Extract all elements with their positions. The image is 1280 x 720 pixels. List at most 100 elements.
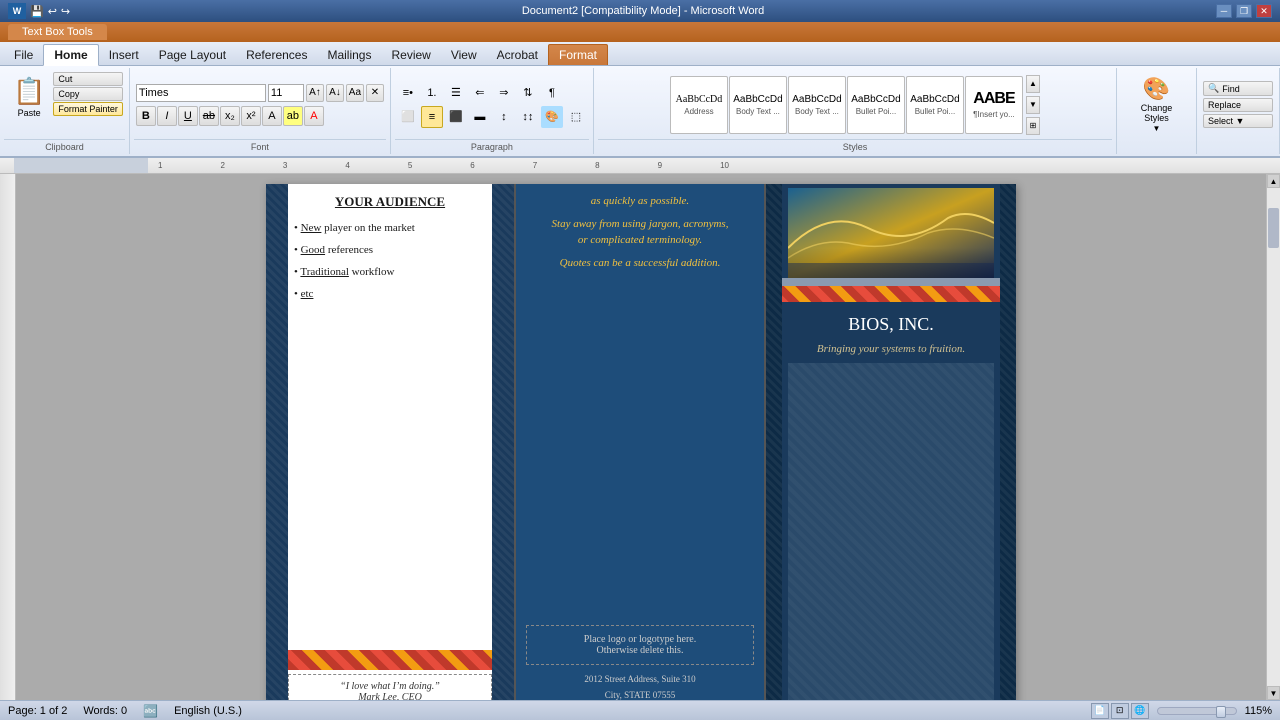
border-button[interactable]: ⬚ [565, 106, 587, 128]
print-view-button[interactable]: 📄 [1091, 703, 1109, 719]
scroll-up-button[interactable]: ▲ [1267, 174, 1280, 188]
strikethrough-button[interactable]: ab [199, 106, 219, 126]
bullet-1: • New player on the market [294, 222, 486, 234]
justify-button[interactable]: ▬ [469, 106, 491, 128]
format-painter-button[interactable]: Format Painter [53, 102, 123, 116]
font-name-input[interactable] [136, 84, 266, 102]
zoom-slider[interactable] [1157, 707, 1237, 715]
style-bullet1-label: Bullet Poi... [856, 107, 896, 116]
font-size-input[interactable] [268, 84, 304, 102]
right-panel-right-deco [1000, 184, 1016, 700]
scroll-track[interactable] [1267, 188, 1280, 686]
change-styles-label: ChangeStyles [1141, 103, 1173, 123]
logo-placeholder[interactable]: Place logo or logotype here. Otherwise d… [526, 625, 754, 665]
text-direction-button[interactable]: ↕ [493, 106, 515, 128]
tab-mailings[interactable]: Mailings [317, 45, 381, 65]
tab-references[interactable]: References [236, 45, 317, 65]
paste-button[interactable]: 📋 Paste [6, 72, 52, 122]
italic-button[interactable]: I [157, 106, 177, 126]
select-button[interactable]: Select ▼ [1203, 114, 1273, 128]
text-effects-button[interactable]: A [262, 106, 282, 126]
editing-group: 🔍 Find Replace Select ▼ Editing [1197, 68, 1280, 154]
bold-button[interactable]: B [136, 106, 156, 126]
styles-scroll-down[interactable]: ▼ [1026, 96, 1040, 114]
clear-format-button[interactable]: ✕ [366, 84, 384, 102]
align-center-button[interactable]: ≡ [421, 106, 443, 128]
tab-view[interactable]: View [441, 45, 487, 65]
multilevel-button[interactable]: ☰ [445, 82, 467, 104]
minimize-button[interactable]: ─ [1216, 4, 1232, 18]
increase-font-button[interactable]: A↑ [306, 84, 324, 102]
style-bodytext2[interactable]: AaBbCcDd Body Text ... [788, 76, 846, 134]
change-styles-button[interactable]: 🎨 ChangeStyles ▼ [1134, 72, 1180, 137]
subscript-button[interactable]: x₂ [220, 106, 240, 126]
shading-button[interactable]: 🎨 [541, 106, 563, 128]
document-area: YOUR AUDIENCE • New player on the market… [0, 174, 1280, 700]
sort-button[interactable]: ⇅ [517, 82, 539, 104]
styles-scroll: ▲ ▼ ⊞ [1026, 75, 1040, 135]
underline-button[interactable]: U [178, 106, 198, 126]
numbering-button[interactable]: 1. [421, 82, 443, 104]
tab-review[interactable]: Review [381, 45, 440, 65]
document-title: Document2 [Compatibility Mode] - Microso… [70, 5, 1216, 17]
styles-scroll-up[interactable]: ▲ [1026, 75, 1040, 93]
align-left-button[interactable]: ⬜ [397, 106, 419, 128]
style-insert[interactable]: AABE ¶Insert yo... [965, 76, 1023, 134]
web-view-button[interactable]: 🌐 [1131, 703, 1149, 719]
full-screen-view-button[interactable]: ⊡ [1111, 703, 1129, 719]
style-bodytext1[interactable]: AaBbCcDd Body Text ... [729, 76, 787, 134]
increase-indent-button[interactable]: ⇒ [493, 82, 515, 104]
quick-access-undo[interactable]: ↩ [48, 5, 57, 18]
address-line2: City, STATE 07555 [516, 689, 764, 700]
spell-check-icon[interactable]: 🔤 [143, 704, 158, 718]
brochure-page: YOUR AUDIENCE • New player on the market… [266, 184, 1016, 700]
show-formatting-button[interactable]: ¶ [541, 82, 563, 104]
ruler-scale: 1 2 3 4 5 6 7 8 9 10 [148, 161, 1280, 170]
scroll-down-button[interactable]: ▼ [1267, 686, 1280, 700]
styles-content: AaBbCcDd Address AaBbCcDd Body Text ... … [668, 70, 1042, 139]
title-bar-left: W 💾 ↩ ↪ [8, 3, 70, 19]
close-button[interactable]: ✕ [1256, 4, 1272, 18]
decrease-font-button[interactable]: A↓ [326, 84, 344, 102]
style-insert-label: ¶Insert yo... [973, 110, 1015, 119]
style-bullet2-label: Bullet Poi... [915, 107, 955, 116]
image-overlay [788, 248, 994, 278]
quick-access-save[interactable]: 💾 [30, 5, 44, 18]
tab-home[interactable]: Home [43, 44, 98, 66]
tab-pagelayout[interactable]: Page Layout [149, 45, 236, 65]
style-address[interactable]: AaBbCcDd Address [670, 76, 728, 134]
bullets-button[interactable]: ≡• [397, 82, 419, 104]
line-spacing-button[interactable]: ↕↕ [517, 106, 539, 128]
replace-button[interactable]: Replace [1203, 98, 1273, 112]
style-address-preview: AaBbCcDd [676, 94, 723, 105]
tab-acrobat[interactable]: Acrobat [487, 45, 548, 65]
tab-format[interactable]: Format [548, 44, 608, 65]
cut-button[interactable]: Cut [53, 72, 123, 86]
font-color-button[interactable]: A [304, 106, 324, 126]
status-right: 📄 ⊡ 🌐 115% [1091, 703, 1272, 719]
scroll-thumb[interactable] [1268, 208, 1279, 248]
word-icon: W [8, 3, 26, 19]
styles-more[interactable]: ⊞ [1026, 117, 1040, 135]
zoom-thumb[interactable] [1216, 706, 1226, 718]
style-bullet2[interactable]: AaBbCcDd Bullet Poi... [906, 76, 964, 134]
quote-box[interactable]: “I love what I’m doing.” Mark Lee, CEO [288, 674, 492, 700]
language-indicator[interactable]: English (U.S.) [174, 705, 242, 717]
change-case-button[interactable]: Aa [346, 84, 364, 102]
align-right-button[interactable]: ⬛ [445, 106, 467, 128]
quick-access-redo[interactable]: ↪ [61, 5, 70, 18]
highlight-button[interactable]: ab [283, 106, 303, 126]
decrease-indent-button[interactable]: ⇐ [469, 82, 491, 104]
company-name: BIOS, INC. [788, 314, 994, 335]
tab-insert[interactable]: Insert [99, 45, 149, 65]
restore-button[interactable]: ❐ [1236, 4, 1252, 18]
style-bullet1[interactable]: AaBbCcDd Bullet Poi... [847, 76, 905, 134]
zoom-level: 115% [1245, 705, 1272, 717]
copy-button[interactable]: Copy [53, 87, 123, 101]
document-canvas[interactable]: YOUR AUDIENCE • New player on the market… [16, 174, 1266, 700]
superscript-button[interactable]: x² [241, 106, 261, 126]
style-address-label: Address [684, 107, 713, 116]
tab-file[interactable]: File [4, 45, 43, 65]
find-button[interactable]: 🔍 Find [1203, 81, 1273, 96]
right-border-decoration [492, 184, 514, 700]
